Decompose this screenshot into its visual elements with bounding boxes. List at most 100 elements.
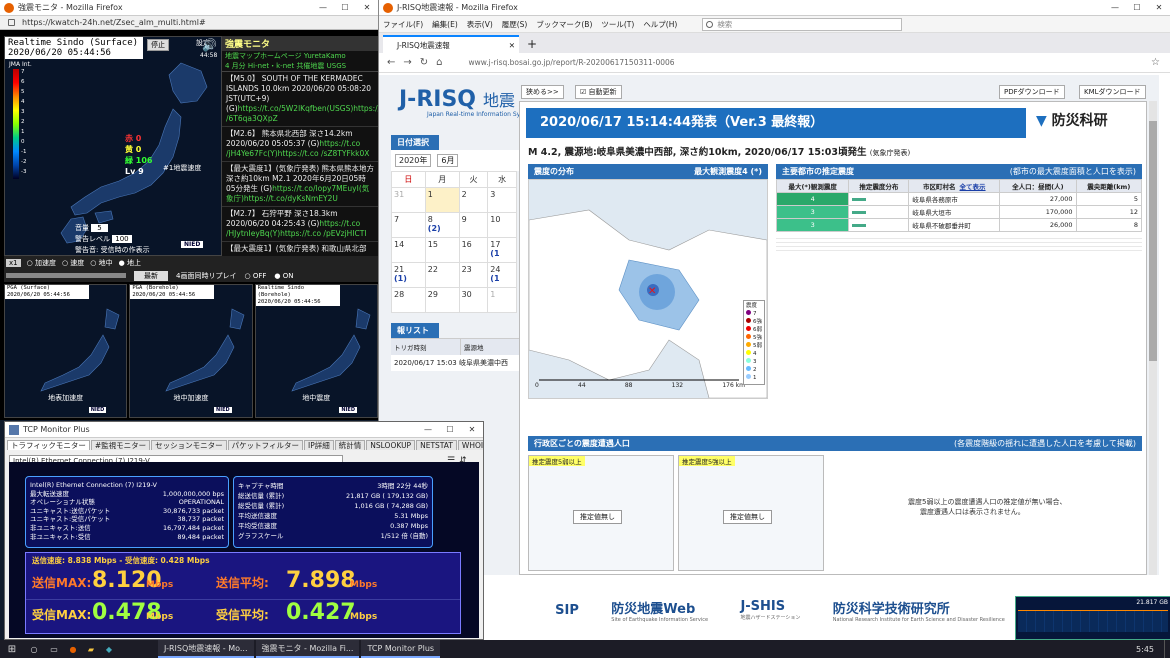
calendar-day[interactable]: 1 bbox=[424, 187, 460, 213]
radio-chichu[interactable]: ○ 地中 bbox=[90, 258, 112, 268]
tweet-item[interactable]: 【M2.6】 熊本県北西部 深さ14.2km 2020/06/20 05:05:… bbox=[222, 127, 378, 162]
footer-logo[interactable]: 防災科学技術研究所 National Research Institute for… bbox=[833, 598, 1005, 623]
taskbar-item[interactable]: 強震モニタ - Mozilla Fi... bbox=[255, 640, 360, 658]
stop-button[interactable]: 停止 bbox=[147, 39, 169, 51]
calendar-day[interactable]: 24 (1 bbox=[487, 262, 517, 288]
calendar-day[interactable]: 22 bbox=[424, 262, 460, 288]
tweet-item[interactable]: 【最大震度1】(気象庁発表) 和歌山県北部 bbox=[222, 242, 378, 257]
panel-sub2[interactable]: 4 月分 Hi-net・k-net 共催地震 USGS bbox=[222, 61, 378, 72]
show-desktop[interactable] bbox=[1164, 640, 1170, 658]
no-estimate-button-1[interactable]: 推定値無し bbox=[573, 510, 622, 524]
tab-jrisq[interactable]: J-RISQ地震速報 ✕ bbox=[383, 35, 519, 53]
est-row[interactable]: 3 岐阜県大垣市 170,000 12 bbox=[775, 205, 1143, 219]
radio-speed[interactable]: ○ 速度 bbox=[62, 258, 84, 268]
new-tab-icon[interactable]: + bbox=[527, 35, 537, 53]
tcp-tab[interactable]: セッションモニター bbox=[151, 440, 227, 450]
footer-logo[interactable]: SIP bbox=[555, 603, 579, 618]
warn-level-input[interactable]: 100 bbox=[112, 235, 132, 243]
tweet-item[interactable]: 【M2.7】 石狩平野 深さ18.3km 2020/06/20 04:25:43… bbox=[222, 207, 378, 242]
panel-sub1[interactable]: 地震マップホームページ YuretaKamo bbox=[222, 51, 378, 61]
calendar-day[interactable]: 31 bbox=[391, 187, 426, 213]
show-all-link[interactable]: 全て表示 bbox=[960, 183, 986, 191]
url-text[interactable]: https://kwatch-24h.net/Zsec_alm_multi.ht… bbox=[22, 18, 206, 27]
radio-chijo[interactable]: ● 地上 bbox=[119, 258, 141, 268]
year-select[interactable]: 2020年 bbox=[395, 154, 432, 167]
tcp-tab[interactable]: #監視モニター bbox=[90, 440, 151, 450]
calendar-day[interactable]: 14 bbox=[391, 237, 426, 263]
calendar-day[interactable]: 2 bbox=[458, 187, 489, 213]
month-select[interactable]: 6月 bbox=[437, 154, 459, 167]
scrollbar[interactable] bbox=[1149, 101, 1157, 575]
auto-update-checkbox[interactable]: ☑ 自動更新 bbox=[575, 85, 622, 99]
taskbar-item[interactable]: TCP Monitor Plus bbox=[361, 640, 441, 658]
calendar-day[interactable]: 10 bbox=[487, 212, 517, 238]
minimize-button[interactable]: — bbox=[1104, 0, 1126, 16]
tweet-link-2[interactable]: (Y)https://t.co /sZ8TYFkk0X bbox=[267, 149, 369, 158]
calendar-day[interactable]: 23 bbox=[458, 262, 489, 288]
tcp-tab[interactable]: トラフィックモニター bbox=[7, 440, 90, 450]
tweet-link-2[interactable]: (Y)https://t.co /pEVzjHICTI bbox=[270, 229, 367, 238]
url-text[interactable]: www.j-risq.bosai.go.jp/report/R-20200617… bbox=[469, 58, 675, 67]
est-row[interactable]: 3 岐阜県不破郡垂井町 26,000 8 bbox=[775, 218, 1143, 232]
radio-accel[interactable]: ○ 加速度 bbox=[27, 258, 56, 268]
tcp-tab[interactable]: NSLOOKUP bbox=[366, 440, 416, 450]
no-estimate-button-2[interactable]: 推定値無し bbox=[723, 510, 772, 524]
tcp-tab[interactable]: NETSTAT bbox=[416, 440, 457, 450]
tcp-tab[interactable]: パケットフィルター bbox=[227, 440, 304, 450]
footer-logo[interactable]: 防災地震Web Site of Earthquake Information Se… bbox=[611, 598, 708, 623]
back-icon[interactable]: ← bbox=[387, 57, 395, 68]
firefox-icon[interactable]: ● bbox=[64, 645, 82, 654]
day-event-count[interactable]: (1) bbox=[394, 274, 423, 283]
calendar-day[interactable]: 30 bbox=[458, 287, 489, 313]
folder-icon[interactable]: ▰ bbox=[82, 645, 100, 654]
kml-download-button[interactable]: KMLダウンロード bbox=[1079, 85, 1146, 99]
search-input[interactable]: 検索 bbox=[702, 17, 903, 31]
app-icon[interactable]: ◆ bbox=[100, 645, 118, 654]
tcp-tab[interactable]: IP詳細 bbox=[304, 440, 334, 450]
close-button[interactable]: ✕ bbox=[356, 0, 378, 16]
day-event-count[interactable]: (1 bbox=[490, 249, 514, 258]
menu-item[interactable]: 表示(V) bbox=[467, 20, 493, 29]
tweet-link[interactable]: https://t.co/5W2lKqfben bbox=[238, 104, 327, 113]
speed-select[interactable]: x1 bbox=[6, 258, 21, 267]
mini-map[interactable]: PGA (Borehole) 2020/06/20 05:44:56 地中加速度 NI… bbox=[129, 284, 253, 418]
tab-close-icon[interactable]: ✕ bbox=[509, 37, 515, 55]
tweet-link[interactable]: https://t.co/lopy7MEuyI bbox=[272, 184, 359, 193]
day-event-count[interactable]: (2) bbox=[428, 224, 457, 233]
search-icon[interactable]: ○ bbox=[24, 645, 44, 654]
maximize-button[interactable]: ☐ bbox=[1126, 0, 1148, 16]
tcp-tab[interactable]: WHOIS bbox=[457, 440, 483, 450]
speaker-icon[interactable]: 🔊 bbox=[202, 38, 217, 52]
kyoshin-urlbar[interactable]: https://kwatch-24h.net/Zsec_alm_multi.ht… bbox=[0, 16, 378, 30]
minimize-button[interactable]: — bbox=[312, 0, 334, 16]
calendar-day[interactable]: 3 bbox=[487, 187, 517, 213]
close-button[interactable]: ✕ bbox=[1148, 0, 1170, 16]
reload-icon[interactable]: ↻ bbox=[420, 57, 428, 68]
menu-item[interactable]: ヘルプ(H) bbox=[643, 20, 677, 29]
close-button[interactable]: ✕ bbox=[461, 422, 483, 438]
menu-item[interactable]: ブックマーク(B) bbox=[536, 20, 592, 29]
maximize-button[interactable]: ☐ bbox=[334, 0, 356, 16]
calendar-day[interactable]: 8 (2) bbox=[424, 212, 460, 238]
time-slider[interactable] bbox=[6, 273, 126, 278]
taskview-icon[interactable]: ▭ bbox=[44, 645, 64, 654]
pdf-download-button[interactable]: PDFダウンロード bbox=[999, 85, 1065, 99]
calendar-day[interactable]: 29 bbox=[424, 287, 460, 313]
volume-select[interactable]: 5 bbox=[91, 224, 108, 232]
tweet-item[interactable]: 【M5.0】 SOUTH OF THE KERMADEC ISLANDS 10.… bbox=[222, 72, 394, 127]
home-icon[interactable]: ⌂ bbox=[436, 57, 442, 68]
quake-map[interactable]: ✕ 0 44 88 132 176 km 震度 7 6強 6弱 5強 5弱 4 3 2 1 bbox=[528, 179, 768, 399]
latest-button[interactable]: 最新 bbox=[134, 270, 168, 281]
replay-on[interactable]: ● ON bbox=[274, 272, 293, 280]
calendar-day[interactable]: 1 bbox=[487, 287, 517, 313]
star-icon[interactable]: ☆ bbox=[1151, 57, 1160, 68]
menu-item[interactable]: 履歴(S) bbox=[502, 20, 528, 29]
report-row[interactable]: 2020/06/17 15:03 岐阜県美濃中西 bbox=[391, 355, 519, 371]
calendar-day[interactable]: 7 bbox=[391, 212, 426, 238]
tweet-item[interactable]: 【最大震度1】(気象庁発表) 熊本県熊本地方 深さ約10km M2.1 2020… bbox=[222, 162, 378, 207]
taskbar-item[interactable]: J-RISQ地震速報 - Mo... bbox=[158, 640, 254, 658]
tcp-tab[interactable]: 統計情 bbox=[334, 440, 366, 450]
calendar-day[interactable]: 21 (1) bbox=[391, 262, 426, 288]
calendar-day[interactable]: 28 bbox=[391, 287, 426, 313]
day-event-count[interactable]: (1 bbox=[490, 274, 514, 283]
